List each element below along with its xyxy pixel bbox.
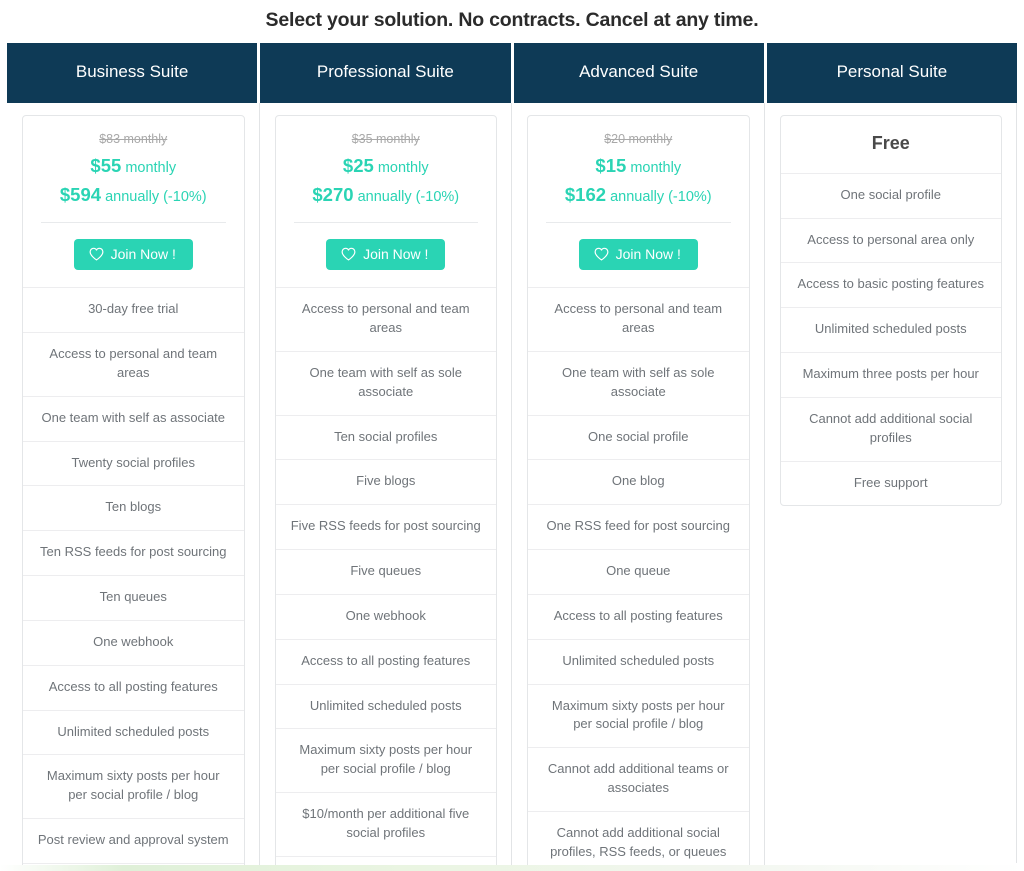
plan-feature-item: Ten RSS feeds for post sourcing <box>23 530 244 575</box>
plan-feature-item: 30-day free trial <box>23 287 244 332</box>
plan-column: Free One social profile Access to personal… <box>764 103 1017 864</box>
plan-feature-item: Unlimited scheduled posts <box>23 709 244 755</box>
plan-feature-item: Maximum sixty posts per hour per social … <box>23 754 244 818</box>
plan-feature-item: $10/month per additional five social pro… <box>275 792 496 856</box>
heart-icon <box>594 247 609 261</box>
plan-price-annual: $594 annually (-10%) <box>33 181 234 210</box>
plan-price-monthly-amount: $55 <box>90 154 122 176</box>
plan-feature-item: Maximum sixty posts per hour per social … <box>275 728 496 792</box>
plan-feature-item: One social profile <box>528 414 749 460</box>
plan-price-block: $20 monthly $15 monthly $162 annually (-10… <box>528 116 749 224</box>
join-now-label: Join Now ! <box>363 246 429 263</box>
join-now-button[interactable]: Join Now ! <box>326 239 446 271</box>
plan-price-monthly: $55 monthly <box>33 152 234 181</box>
plan-feature-item: Five queues <box>275 549 496 594</box>
plan-feature-item: Ten blogs <box>23 485 244 530</box>
plan-feature-item: Five RSS feeds for post sourcing <box>275 504 496 549</box>
plan-feature-item: Access to personal area only <box>780 217 1001 263</box>
plan-price-annual: $270 annually (-10%) <box>286 181 487 210</box>
bottom-gradient-strip <box>0 865 1024 871</box>
join-button-wrap: Join Now ! <box>276 223 497 287</box>
plan-card: Free One social profile Access to personal… <box>779 115 1002 507</box>
plan-header-professional-suite: Professional Suite <box>260 43 514 104</box>
heart-icon <box>341 247 356 261</box>
plan-feature-item: One RSS feed for post sourcing <box>528 504 749 549</box>
plan-price-original: $35 monthly <box>351 132 420 147</box>
heart-icon <box>89 247 104 261</box>
plan-column: $20 monthly $15 monthly $162 annually (-10… <box>512 103 765 871</box>
plan-feature-item: Unlimited scheduled posts <box>275 683 496 729</box>
plan-price-monthly: $15 monthly <box>538 152 739 181</box>
plan-price-monthly-amount: $15 <box>595 154 627 176</box>
plan-price-annual-amount: $270 <box>312 183 354 205</box>
plan-header-advanced-suite: Advanced Suite <box>513 43 767 104</box>
join-now-button[interactable]: Join Now ! <box>578 239 698 271</box>
plan-feature-item: Access to personal and team areas <box>23 332 244 396</box>
plan-price-free: Free <box>871 133 910 154</box>
plan-feature-item: Cannot add additional social profiles, R… <box>528 810 749 871</box>
plan-price-annual-amount: $594 <box>59 183 102 205</box>
plan-price-monthly-unit: monthly <box>125 159 177 176</box>
plan-header-row: Business Suite Professional Suite Advanced… <box>7 43 1017 104</box>
plan-price-annual-unit: annually (-10%) <box>610 188 712 205</box>
plan-feature-item: Free support <box>780 460 1001 506</box>
join-now-button[interactable]: Join Now ! <box>73 239 193 271</box>
plan-feature-item: Access to personal and team areas <box>275 287 496 351</box>
plan-feature-item: Ten social profiles <box>275 414 496 460</box>
plan-header-personal-suite: Personal Suite <box>766 43 1017 104</box>
plan-feature-item: One queue <box>528 549 749 594</box>
plan-price-block: $35 monthly $25 monthly $270 annually (-10… <box>276 116 497 224</box>
plan-price-monthly-unit: monthly <box>630 159 682 176</box>
plan-feature-item: Unlimited scheduled posts <box>780 307 1001 352</box>
plan-price-original: $20 monthly <box>604 132 673 147</box>
plan-feature-item: Post review and approval system <box>23 818 244 863</box>
plan-card: $35 monthly $25 monthly $270 annually (-10… <box>274 115 497 871</box>
plan-feature-item: Access to basic posting features <box>780 262 1001 307</box>
pricing-table: Business Suite Professional Suite Advanced… <box>7 43 1017 871</box>
plan-card: $20 monthly $15 monthly $162 annually (-10… <box>527 115 750 871</box>
join-now-label: Join Now ! <box>615 246 681 263</box>
plan-feature-item: Access to all posting features <box>23 664 244 710</box>
plan-feature-item: One webhook <box>23 619 244 665</box>
plan-feature-item: One team with self as sole associate <box>275 350 496 415</box>
plan-feature-item: Twenty social profiles <box>23 440 244 486</box>
plan-feature-item: Five blogs <box>275 459 496 504</box>
plan-feature-item: One social profile <box>780 172 1001 218</box>
plan-feature-item: One team with self as associate <box>23 395 244 441</box>
plan-feature-item: Maximum three posts per hour <box>780 352 1001 397</box>
plan-price-annual-unit: annually (-10%) <box>105 188 207 205</box>
plan-feature-item: Access to all posting features <box>528 593 749 639</box>
plan-feature-item: Unlimited scheduled posts <box>528 638 749 684</box>
plan-price-monthly-amount: $25 <box>342 154 374 176</box>
join-button-wrap: Join Now ! <box>528 223 749 287</box>
plan-columns: $83 monthly $55 monthly $594 annually (-10… <box>7 103 1017 871</box>
plan-feature-item: Maximum sixty posts per hour per social … <box>528 683 749 748</box>
plan-feature-item: One webhook <box>275 593 496 639</box>
plan-column: $35 monthly $25 monthly $270 annually (-10… <box>259 103 512 871</box>
plan-price-monthly: $25 monthly <box>286 152 487 181</box>
plan-price-monthly-unit: monthly <box>377 159 429 176</box>
join-now-label: Join Now ! <box>110 246 176 263</box>
plan-feature-item: Access to all posting features <box>275 638 496 684</box>
plan-price-block: $83 monthly $55 monthly $594 annually (-10… <box>23 116 244 224</box>
plan-feature-item: Access to personal and team areas <box>528 287 749 351</box>
plan-header-business-suite: Business Suite <box>7 43 261 104</box>
plan-feature-item: Cannot add additional teams or associate… <box>528 747 749 811</box>
plan-price-annual: $162 annually (-10%) <box>538 181 739 210</box>
plan-card: $83 monthly $55 monthly $594 annually (-10… <box>22 115 245 871</box>
plan-feature-item: One team with self as sole associate <box>528 350 749 415</box>
plan-price-annual-unit: annually (-10%) <box>357 188 460 205</box>
plan-price-annual-amount: $162 <box>564 183 607 205</box>
plan-feature-item: Ten queues <box>23 575 244 620</box>
join-button-wrap: Join Now ! <box>23 223 244 287</box>
plan-price-original: $83 monthly <box>99 132 168 147</box>
page-title: Select your solution. No contracts. Canc… <box>265 9 759 31</box>
plan-feature-item: One blog <box>528 459 749 504</box>
plan-feature-item: Cannot add additional social profiles <box>780 396 1001 461</box>
plan-column: $83 monthly $55 monthly $594 annually (-10… <box>7 103 260 871</box>
